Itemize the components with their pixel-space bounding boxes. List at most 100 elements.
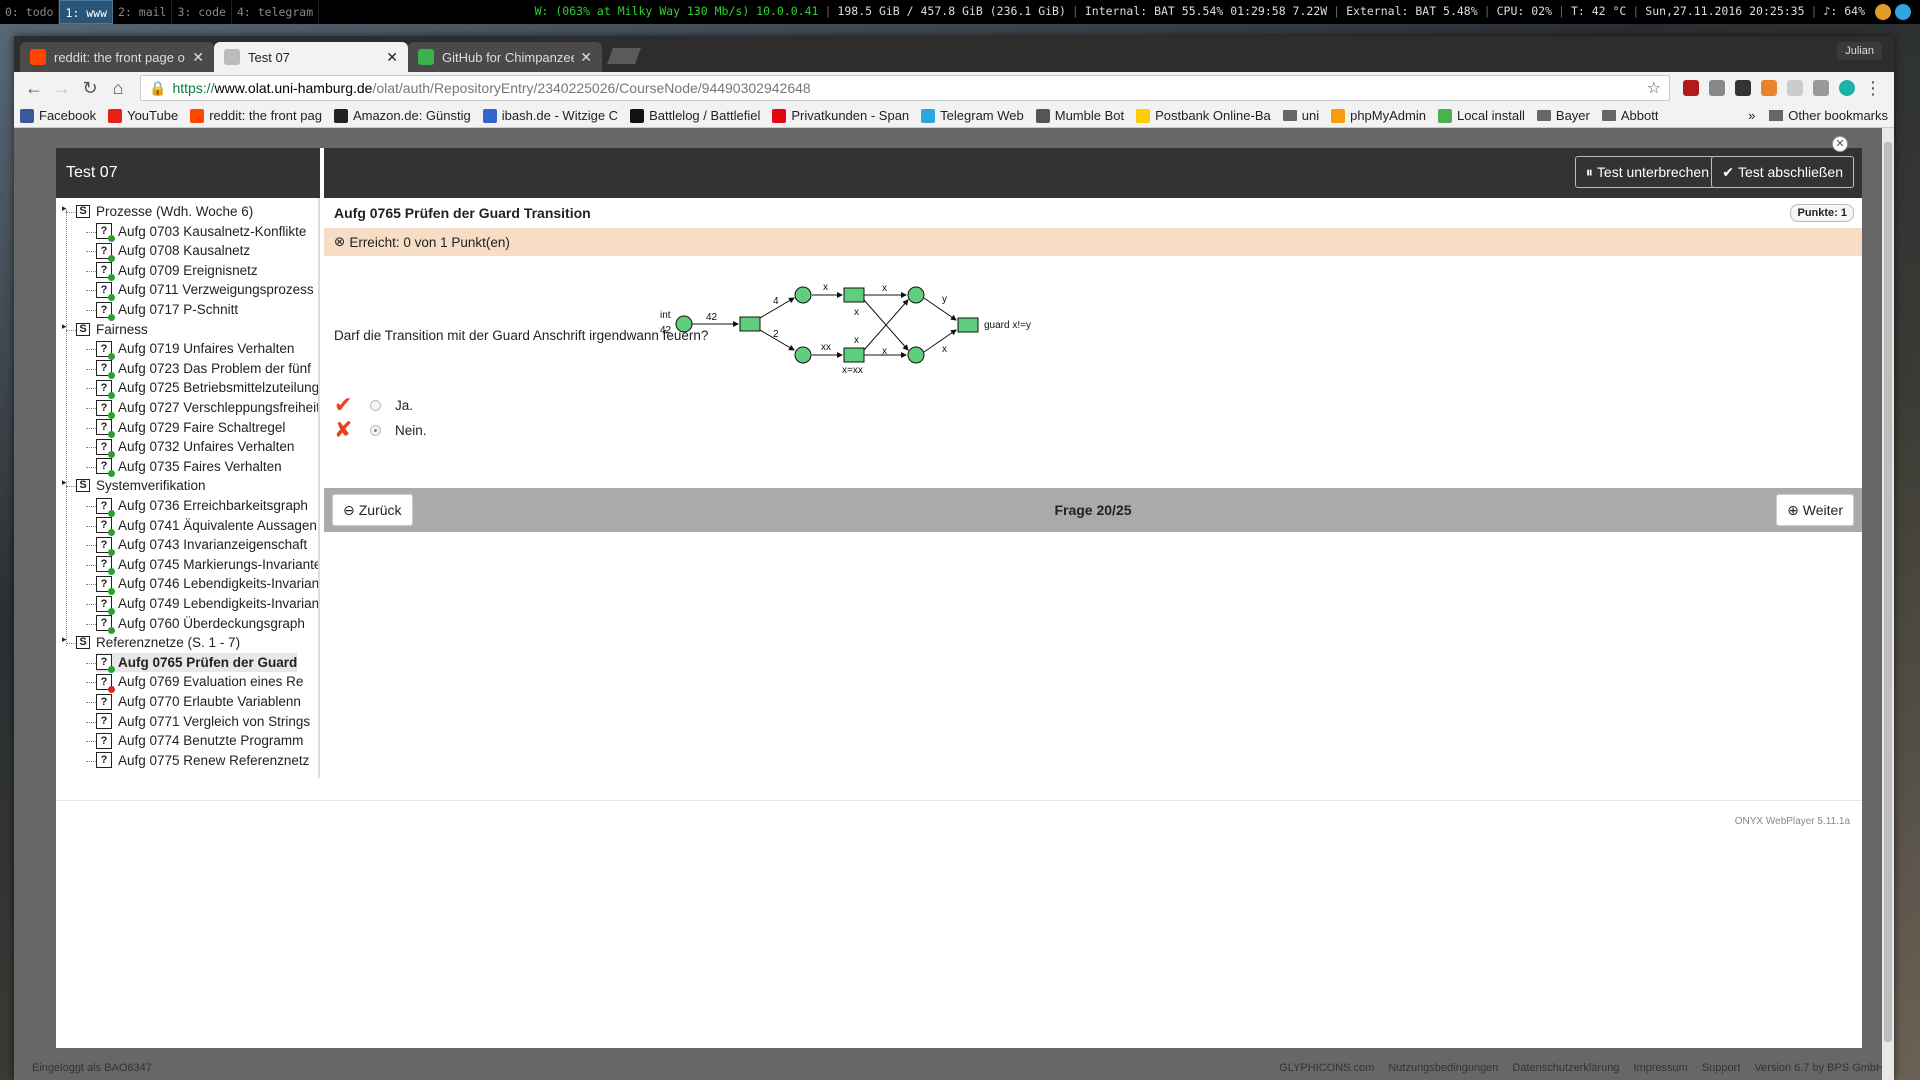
tree-question-item[interactable]: ? Aufg 0746 Lebendigkeits-Invariante: [96, 574, 318, 595]
expand-toggle-icon[interactable]: ▸: [62, 203, 67, 214]
browser-menu-icon[interactable]: ⋮: [1864, 78, 1882, 99]
pause-test-button[interactable]: ⏸ Test unterbrechen: [1574, 156, 1720, 188]
bookmark-label: phpMyAdmin: [1350, 108, 1426, 123]
tab-title: reddit: the front page o: [54, 49, 185, 65]
extension-icon[interactable]: [1735, 80, 1751, 96]
tree-question-item[interactable]: ? Aufg 0725 Betriebsmittelzuteilung: [96, 378, 318, 399]
tree-question-item[interactable]: ? Aufg 0745 Markierungs-Invariante: [96, 555, 318, 576]
tree-question-item[interactable]: ? Aufg 0760 Überdeckungsgraph: [96, 614, 305, 635]
address-bar[interactable]: 🔒 https:// www.olat.uni-hamburg.de /olat…: [140, 75, 1670, 101]
footer-link[interactable]: Version 6.7 by BPS GmbH: [1754, 1062, 1884, 1074]
back-arrow-icon[interactable]: ←: [20, 78, 48, 99]
place-int: [675, 315, 693, 333]
bookmark-item[interactable]: Abbott: [1601, 108, 1658, 123]
bookmark-star-icon[interactable]: ☆: [1647, 78, 1661, 98]
workspace-button[interactable]: 4: telegram: [232, 0, 320, 24]
bookmark-item[interactable]: Mumble Bot: [1035, 108, 1124, 123]
footer-link[interactable]: Datenschutzerklärung: [1512, 1062, 1619, 1074]
tree-item-label: Aufg 0708 Kausalnetz: [118, 243, 251, 259]
tree-question-item[interactable]: ? Aufg 0719 Unfaires Verhalten: [96, 339, 294, 360]
cookie-extension-icon[interactable]: [1761, 80, 1777, 96]
other-bookmarks-folder[interactable]: Other bookmarks: [1769, 108, 1888, 123]
tree-question-item[interactable]: ? Aufg 0774 Benutzte Programm: [96, 731, 303, 750]
tree-question-item[interactable]: ? Aufg 0703 Kausalnetz-Konflikte: [96, 222, 306, 243]
workspace-button[interactable]: 2: mail: [113, 0, 173, 24]
close-tab-icon[interactable]: ✕: [386, 49, 398, 66]
footer-link[interactable]: GLYPHICONS.com: [1279, 1062, 1374, 1074]
tab-reddit[interactable]: reddit: the front page o ✕: [20, 42, 214, 72]
home-icon[interactable]: ⌂: [104, 78, 132, 99]
bookmark-item[interactable]: Telegram Web: [921, 108, 1024, 123]
extension-icon[interactable]: [1813, 80, 1829, 96]
tree-question-item[interactable]: ? Aufg 0769 Evaluation eines Re: [96, 672, 303, 693]
tree-question-item[interactable]: ? Aufg 0711 Verzweigungsprozess: [96, 280, 314, 301]
reload-icon[interactable]: ↻: [76, 78, 104, 99]
tree-question-item[interactable]: ? Aufg 0770 Erlaubte Variablenn: [96, 692, 301, 711]
choice-ja[interactable]: ✔ Ja.: [334, 392, 413, 418]
tree-question-item[interactable]: ? Aufg 0709 Ereignisnetz: [96, 261, 258, 282]
more-bookmarks-button[interactable]: »: [1748, 108, 1755, 123]
bookmark-item[interactable]: reddit: the front pag: [190, 108, 322, 123]
bookmark-item[interactable]: Facebook: [20, 108, 96, 123]
expand-toggle-icon[interactable]: ▸: [62, 321, 67, 332]
bookmark-item[interactable]: YouTube: [108, 108, 178, 123]
close-tab-icon[interactable]: ✕: [192, 49, 204, 66]
radio-nein[interactable]: [370, 424, 381, 436]
tree-question-item[interactable]: ? Aufg 0708 Kausalnetz: [96, 241, 251, 262]
bookmark-item[interactable]: ibash.de - Witzige C: [482, 108, 618, 123]
workspace-button[interactable]: 1: www: [59, 0, 114, 24]
back-button[interactable]: ⊖ Zurück: [332, 494, 413, 526]
tab-github[interactable]: GitHub for Chimpanzee ✕: [408, 42, 602, 72]
tree-question-item[interactable]: ? Aufg 0771 Vergleich von Strings: [96, 712, 310, 731]
tab-test-07[interactable]: Test 07 ✕: [214, 42, 408, 72]
tree-question-item[interactable]: ? Aufg 0729 Faire Schaltregel: [96, 418, 285, 439]
tree-line: [66, 486, 76, 488]
tray-app-icon[interactable]: [1875, 4, 1891, 20]
tree-question-item[interactable]: ? Aufg 0723 Das Problem der fünf: [96, 359, 311, 380]
bookmark-item[interactable]: Battlelog / Battlefiel: [630, 108, 760, 123]
workspace-button[interactable]: 0: todo: [0, 0, 60, 24]
radio-ja[interactable]: [370, 399, 381, 411]
tree-question-item[interactable]: ? Aufg 0732 Unfaires Verhalten: [96, 437, 294, 458]
profile-button[interactable]: Julian: [1837, 42, 1882, 60]
tree-question-item[interactable]: ? Aufg 0717 P-Schnitt: [96, 300, 238, 321]
next-button[interactable]: ⊕ Weiter: [1776, 494, 1854, 526]
workspace-button[interactable]: 3: code: [172, 0, 232, 24]
tree-line: [86, 604, 96, 605]
telegram-tray-icon[interactable]: [1895, 4, 1911, 20]
tree-question-item[interactable]: ? Aufg 0743 Invarianzeigenschaft: [96, 535, 307, 556]
tree-question-item[interactable]: ? Aufg 0749 Lebendigkeits-Invariante: [96, 594, 318, 615]
expand-toggle-icon[interactable]: ▸: [62, 477, 67, 488]
footer-link[interactable]: Support: [1702, 1062, 1741, 1074]
finish-test-label: Test abschließen: [1737, 164, 1843, 180]
finish-test-button[interactable]: ✔ Test abschließen: [1711, 156, 1854, 188]
tree-question-item[interactable]: ? Aufg 0735 Faires Verhalten: [96, 457, 282, 478]
close-tab-icon[interactable]: ✕: [580, 49, 592, 66]
tree-question-item[interactable]: ? Aufg 0736 Erreichbarkeitsgraph: [96, 496, 308, 517]
bookmark-item[interactable]: Amazon.de: Günstig: [333, 108, 471, 123]
footer-link[interactable]: Nutzungsbedingungen: [1388, 1062, 1498, 1074]
forward-arrow-icon[interactable]: →: [48, 78, 76, 99]
cpu-status: CPU: 02%: [1496, 4, 1552, 18]
new-tab-button[interactable]: [607, 48, 641, 64]
bookmark-item[interactable]: uni: [1282, 108, 1319, 123]
tree-question-item[interactable]: ? Aufg 0741 Äquivalente Aussagen: [96, 516, 317, 537]
tree-question-item[interactable]: ? Aufg 0775 Renew Referenznetz: [96, 751, 309, 770]
close-dialog-icon[interactable]: ✕: [1832, 136, 1848, 152]
tree-question-item[interactable]: ? Aufg 0727 Verschleppungsfreiheit: [96, 398, 318, 419]
tree-question-item[interactable]: ? Aufg 0765 Prüfen der Guard: [96, 652, 298, 674]
bookmark-item[interactable]: Local install: [1437, 108, 1525, 123]
ublock-extension-icon[interactable]: [1683, 80, 1699, 96]
choice-nein[interactable]: ✘ Nein.: [334, 417, 427, 443]
extension-icon[interactable]: [1709, 80, 1725, 96]
expand-toggle-icon[interactable]: ▸: [62, 634, 67, 645]
footer-link[interactable]: Impressum: [1633, 1062, 1687, 1074]
bookmark-item[interactable]: phpMyAdmin: [1331, 108, 1426, 123]
bookmark-item[interactable]: Bayer: [1536, 108, 1590, 123]
extension-icon[interactable]: [1839, 80, 1855, 96]
page-scrollbar[interactable]: [1882, 128, 1894, 1080]
extension-icon[interactable]: [1787, 80, 1803, 96]
bookmark-item[interactable]: Privatkunden - Span: [772, 108, 909, 123]
bookmark-item[interactable]: Postbank Online-Ba: [1136, 108, 1271, 123]
bookmark-label: Amazon.de: Günstig: [352, 108, 471, 123]
